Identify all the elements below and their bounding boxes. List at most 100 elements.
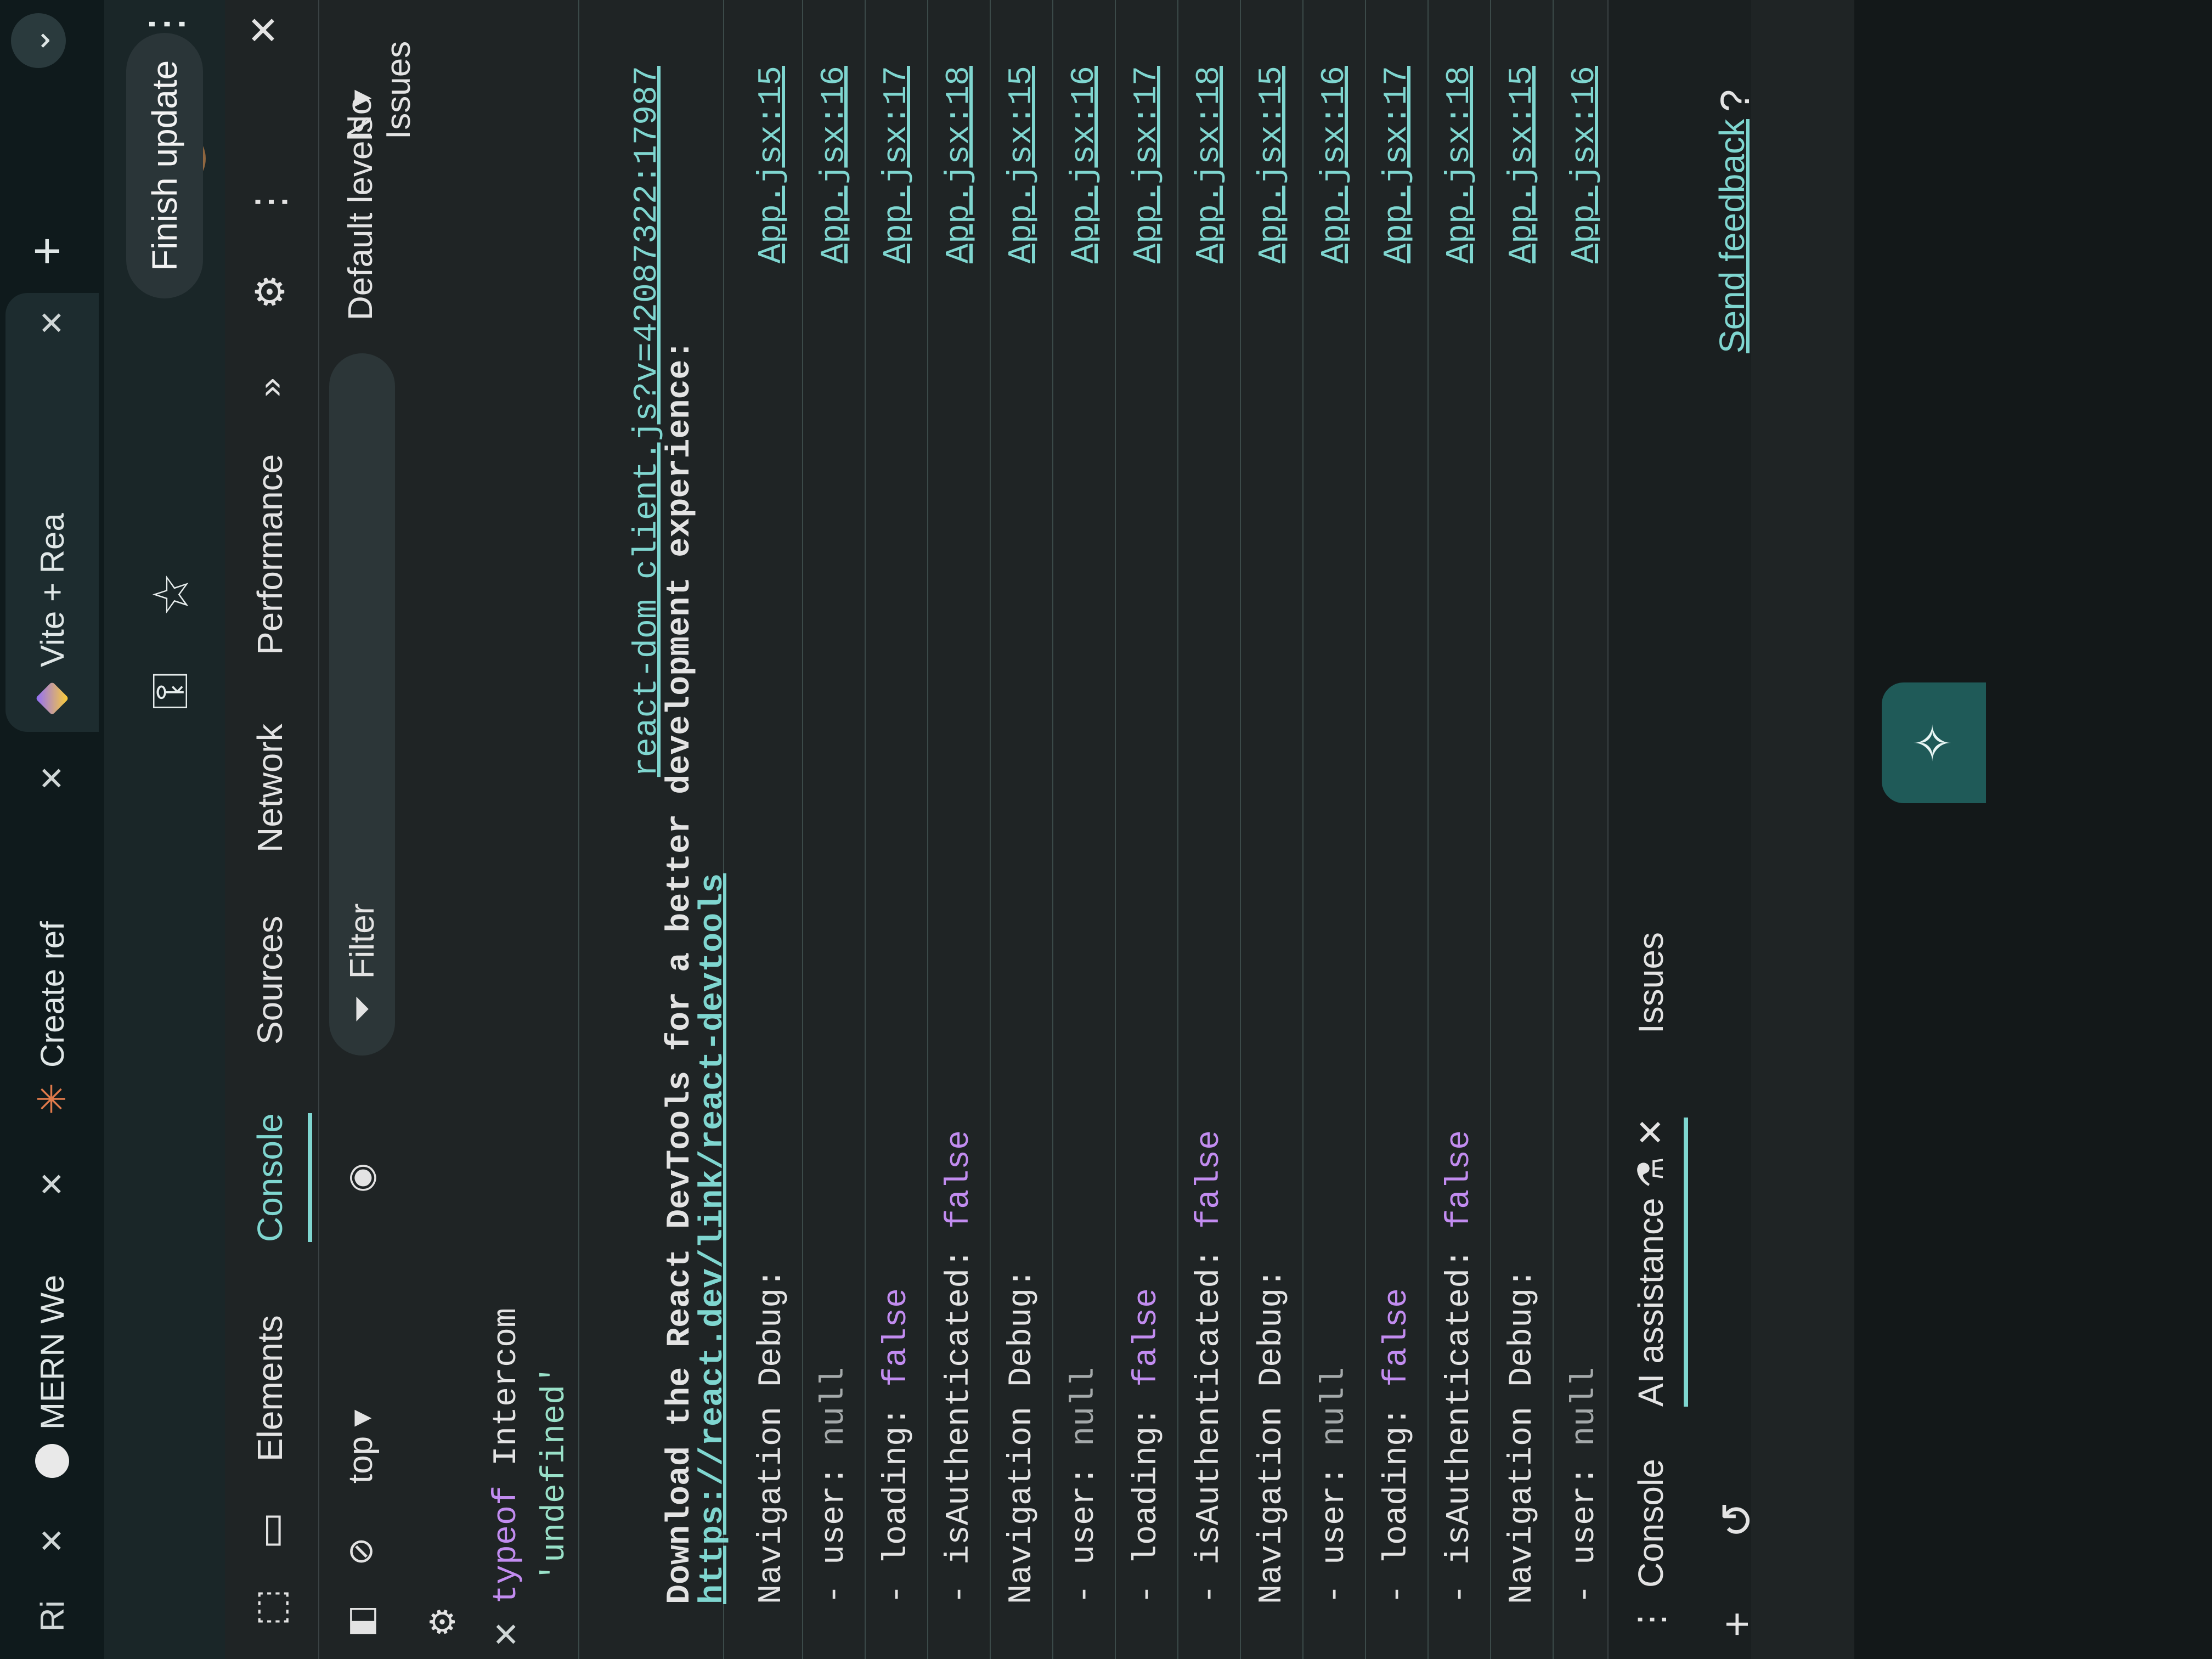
tab-network[interactable]: Network — [250, 724, 290, 853]
log-key: - loading: — [1379, 1386, 1416, 1604]
log-key: - isAuthenticated: — [1191, 1228, 1228, 1604]
console-input-line: ✕ typeof Intercom — [483, 0, 531, 1659]
ai-assistance-label: AI assistance — [1631, 1198, 1671, 1407]
log-text: Navigation Debug: — [1504, 1268, 1541, 1604]
inspect-element-icon[interactable]: ⬚ — [247, 1589, 293, 1626]
console-log-line: - loading: false App.jsx:17 — [866, 0, 928, 1659]
source-link[interactable]: react-dom_client.js?v=42087322:17987 — [629, 66, 666, 777]
log-value: false — [1191, 1130, 1228, 1229]
history-icon[interactable]: ↺ — [1712, 1502, 1763, 1538]
clear-input-icon[interactable]: ✕ — [483, 1621, 531, 1648]
source-link[interactable]: App.jsx:16 — [803, 66, 866, 263]
add-icon[interactable]: + — [1712, 1611, 1762, 1637]
console-log-line: - user: null App.jsx:16 — [1554, 0, 1616, 1659]
tab-performance[interactable]: Performance — [250, 454, 290, 655]
console-log-line: - user: null App.jsx:16 — [1053, 0, 1116, 1659]
log-value: null — [1566, 1367, 1604, 1446]
tab-elements[interactable]: Elements — [250, 1315, 290, 1462]
react-message-text: Download the React DevTools for a better… — [662, 340, 699, 1604]
source-link[interactable]: App.jsx:17 — [1366, 66, 1429, 263]
keyword: typeof — [488, 1485, 526, 1604]
console-log-line: Navigation Debug: App.jsx:15 — [741, 0, 803, 1659]
log-value: false — [1128, 1288, 1166, 1387]
log-key: - loading: — [1128, 1386, 1166, 1604]
source-link[interactable]: App.jsx:15 — [741, 66, 803, 263]
bookmark-star-icon[interactable]: ☆ — [143, 572, 200, 617]
console-log-line: - user: null App.jsx:16 — [803, 0, 866, 1659]
close-icon[interactable]: ✕ — [33, 765, 71, 792]
log-key: - user: — [1566, 1446, 1604, 1604]
send-feedback-link[interactable]: Send feedback — [1712, 119, 1752, 353]
browser-tab-vite[interactable]: Vite + Rea ✕ — [5, 293, 99, 732]
source-link[interactable]: App.jsx:18 — [928, 66, 991, 263]
log-key: - loading: — [878, 1386, 916, 1604]
drawer-tab-console[interactable]: Console — [1630, 1459, 1671, 1588]
console-log-line: Navigation Debug: App.jsx:15 — [991, 0, 1053, 1659]
clear-console-icon[interactable]: ⊘ — [340, 1537, 380, 1566]
console-result-line: 'undefined' — [531, 0, 579, 1659]
new-tab-button[interactable]: + — [19, 236, 76, 266]
browser-menu-button[interactable]: ⋮ — [140, 2, 191, 46]
console-toolbar: ◧ ⊘ top ▾ ◉ ⏷ Filter Default levels ▾ No… — [318, 0, 417, 1659]
source-link[interactable]: App.jsx:15 — [1241, 66, 1304, 263]
log-value: null — [1066, 1367, 1103, 1446]
source-link[interactable]: App.jsx:16 — [1304, 66, 1366, 263]
browser-tab-partial[interactable]: Ri ✕ — [5, 1511, 99, 1648]
source-link[interactable]: App.jsx:16 — [1554, 66, 1616, 263]
more-tabs-button[interactable]: » — [250, 377, 290, 397]
log-key: - isAuthenticated: — [1441, 1228, 1479, 1604]
react-devtools-link[interactable]: https://react.dev/link/react-devtools — [695, 0, 732, 1604]
key-icon[interactable]: ⚿ — [143, 673, 200, 710]
console-log-line: - user: null App.jsx:16 — [1304, 0, 1366, 1659]
tab-sources[interactable]: Sources — [250, 916, 290, 1045]
close-icon[interactable]: ✕ — [33, 1171, 71, 1198]
source-link[interactable]: App.jsx:18 — [1178, 66, 1241, 263]
source-link[interactable]: App.jsx:15 — [991, 66, 1053, 263]
device-toolbar-icon[interactable]: ▭ — [247, 1512, 293, 1549]
screen: Ri ✕ MERN We ✕ ✳ Create ref ✕ Vite + Rea… — [0, 0, 2212, 1659]
filter-icon: ⏷ — [343, 995, 381, 1023]
console-log-line: - loading: false App.jsx:17 — [1116, 0, 1178, 1659]
filter-input[interactable]: ⏷ Filter — [329, 353, 395, 1056]
source-link[interactable]: App.jsx:18 — [1429, 66, 1491, 263]
log-text: Navigation Debug: — [1003, 1268, 1041, 1604]
drawer-menu-icon[interactable]: ⋮ — [1630, 1602, 1672, 1637]
close-icon[interactable]: ✕ — [1631, 1118, 1671, 1147]
log-text: Navigation Debug: — [1254, 1268, 1291, 1604]
log-key: - user: — [1066, 1446, 1103, 1604]
browser-tab-create[interactable]: ✳ Create ref ✕ — [5, 748, 99, 1132]
console-log-line: Navigation Debug: App.jsx:15 — [1491, 0, 1554, 1659]
log-text: Navigation Debug: — [753, 1268, 791, 1604]
drawer-tab-ai-assistance[interactable]: AI assistance ⚗ ✕ — [1630, 1118, 1672, 1407]
console-log-line: - isAuthenticated: false App.jsx:18 — [1178, 0, 1241, 1659]
tab-label: Create ref — [33, 921, 71, 1068]
source-link[interactable]: App.jsx:16 — [1053, 66, 1116, 263]
browser-tab-mern[interactable]: MERN We ✕ — [5, 1154, 99, 1494]
live-expression-eye-icon[interactable]: ◉ — [340, 1163, 380, 1193]
close-icon[interactable]: ✕ — [33, 309, 71, 336]
devtools-menu-icon[interactable]: ⋮ — [247, 182, 293, 222]
console-settings-row: ⚙ — [406, 0, 483, 1659]
tab-label: MERN We — [33, 1274, 71, 1430]
source-link[interactable]: App.jsx:17 — [866, 66, 928, 263]
finish-update-button[interactable]: Finish update — [126, 32, 203, 298]
help-icon[interactable]: ? — [1712, 89, 1758, 112]
context-selector[interactable]: top ▾ — [340, 1409, 380, 1483]
source-link[interactable]: App.jsx:17 — [1116, 66, 1178, 263]
gear-icon[interactable]: ⚙ — [247, 274, 293, 309]
console-settings-icon[interactable]: ⚙ — [422, 1606, 462, 1637]
tab-search-button[interactable]: ⌄ — [11, 13, 66, 68]
expression: Intercom — [488, 1307, 526, 1486]
filter-placeholder: Filter — [343, 903, 381, 979]
close-devtools-button[interactable]: ✕ — [241, 14, 286, 46]
source-link[interactable]: App.jsx:15 — [1491, 66, 1554, 263]
log-value: null — [1316, 1367, 1353, 1446]
tab-console[interactable]: Console — [250, 1113, 290, 1242]
drawer-tab-issues[interactable]: Issues — [1630, 932, 1671, 1034]
console-log-line: - isAuthenticated: false App.jsx:18 — [1429, 0, 1491, 1659]
page-background — [1854, 0, 2212, 1659]
log-value: null — [816, 1367, 853, 1446]
ai-sparkle-button[interactable]: ✧ — [1882, 682, 1986, 803]
sidebar-toggle-icon[interactable]: ◧ — [340, 1605, 380, 1637]
close-icon[interactable]: ✕ — [33, 1527, 71, 1554]
